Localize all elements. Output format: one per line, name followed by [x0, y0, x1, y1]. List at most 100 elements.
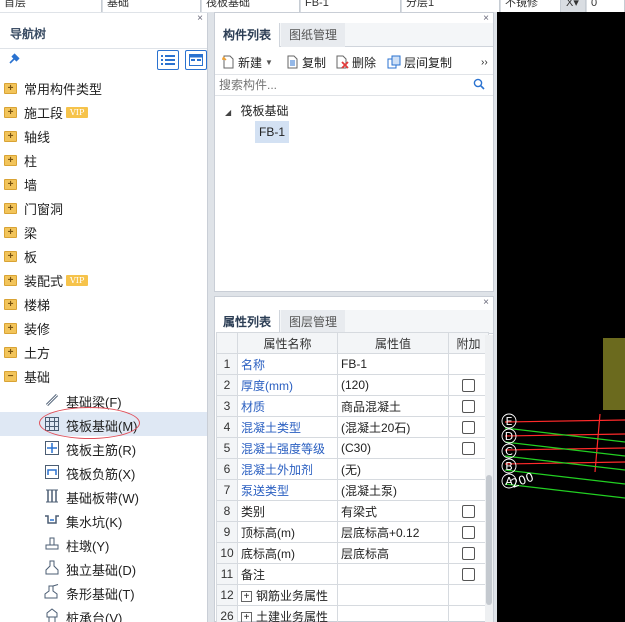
property-value[interactable]: (无) — [337, 458, 449, 480]
expand-icon[interactable]: + — [4, 274, 17, 286]
tree-item-foundation[interactable]: − 基础 — [0, 364, 207, 388]
sub-item-strip-footing[interactable]: 条形基础(T) — [0, 580, 207, 604]
property-value[interactable]: 层底标高 — [337, 542, 449, 564]
table-row[interactable]: 7 泵送类型 (混凝土泵) — [216, 479, 489, 501]
extra-checkbox[interactable] — [462, 400, 475, 414]
extra-checkbox[interactable] — [462, 505, 475, 519]
tree-item-wall[interactable]: + 墙 — [0, 172, 207, 196]
table-row[interactable]: 8 类别 有梁式 — [216, 500, 489, 522]
tab-layer-management[interactable]: 图层管理 — [281, 310, 346, 334]
property-value[interactable] — [337, 563, 449, 585]
extra-checkbox[interactable] — [462, 526, 475, 540]
property-value[interactable]: 商品混凝土 — [337, 395, 449, 417]
props-close-icon[interactable]: × — [483, 297, 489, 308]
layer-select[interactable]: 分层1 — [402, 0, 500, 12]
tree-root-row[interactable]: ◢ 筏板基础 — [225, 102, 289, 119]
expand-icon[interactable]: + — [4, 130, 17, 142]
component-search-input[interactable] — [215, 75, 477, 95]
table-row[interactable]: 5 混凝土强度等级 (C30) — [216, 437, 489, 459]
new-button[interactable]: 新建 ▼ — [221, 53, 273, 71]
extra-checkbox[interactable] — [462, 568, 475, 582]
property-value[interactable]: (混凝土泵) — [337, 479, 449, 501]
table-row[interactable]: 12 + 钢筋业务属性 — [216, 584, 489, 606]
tree-item-slab[interactable]: + 板 — [0, 244, 207, 268]
tree-item-finishing[interactable]: + 装修 — [0, 316, 207, 340]
expand-icon[interactable]: + — [4, 178, 17, 190]
extra-checkbox[interactable] — [462, 379, 475, 393]
tree-item-openings[interactable]: + 门窗洞 — [0, 196, 207, 220]
tree-item-common[interactable]: + 常用构件类型 — [0, 76, 207, 100]
tab-property-list[interactable]: 属性列表 — [215, 310, 281, 334]
extra-checkbox[interactable] — [462, 547, 475, 561]
table-row[interactable]: 4 混凝土类型 (混凝土20石) — [216, 416, 489, 438]
expand-icon[interactable]: + — [4, 346, 17, 358]
x-value-input[interactable]: 0 — [587, 0, 625, 12]
more-tools-button[interactable]: ›› — [481, 53, 488, 71]
property-value[interactable]: (C30) — [337, 437, 449, 459]
property-value[interactable]: FB-1 — [337, 353, 449, 375]
copy-button[interactable]: 复制 — [285, 53, 326, 71]
table-row[interactable]: 1 名称 FB-1 — [216, 353, 489, 375]
extra-checkbox[interactable] — [462, 442, 475, 456]
tab-drawing-management[interactable]: 图纸管理 — [281, 23, 346, 47]
collapse-arrow-icon[interactable]: ◢ — [225, 108, 231, 117]
drawing-canvas[interactable]: E D C B A 200 — [497, 12, 625, 622]
collapse-icon[interactable]: − — [4, 370, 17, 382]
expand-icon[interactable]: + — [4, 250, 17, 262]
tree-item-beam[interactable]: + 梁 — [0, 220, 207, 244]
search-icon[interactable] — [473, 78, 485, 90]
sub-item-raft-neg-rebar[interactable]: 筏板负筋(X) — [0, 460, 207, 484]
component-item-fb1[interactable]: FB-1 — [255, 121, 290, 143]
component-select[interactable]: FB-1 — [301, 0, 401, 12]
tree-item-axis[interactable]: + 轴线 — [0, 124, 207, 148]
category-select[interactable]: 基础 — [103, 0, 201, 12]
table-row[interactable]: 2 厚度(mm) (120) — [216, 374, 489, 396]
expand-icon[interactable]: + — [4, 298, 17, 310]
sub-item-raft-main-rebar[interactable]: 筏板主筋(R) — [0, 436, 207, 460]
list-view-icon[interactable] — [157, 50, 179, 70]
table-row[interactable]: 11 备注 — [216, 563, 489, 585]
tab-component-list[interactable]: 构件列表 — [215, 23, 281, 47]
tree-item-stairs[interactable]: + 楼梯 — [0, 292, 207, 316]
expand-icon[interactable]: + — [4, 202, 17, 214]
dropdown-arrow-icon[interactable]: ▼ — [265, 58, 273, 67]
floor-select[interactable]: 首层 — [0, 0, 102, 12]
table-row[interactable]: 6 混凝土外加剂 (无) — [216, 458, 489, 480]
x-dropdown[interactable]: X▾ — [562, 0, 586, 12]
table-row[interactable]: 10 底标高(m) 层底标高 — [216, 542, 489, 564]
extra-checkbox[interactable] — [462, 421, 475, 435]
sub-item-isolated-footing[interactable]: 独立基础(D) — [0, 556, 207, 580]
expand-icon[interactable]: + — [4, 154, 17, 166]
table-row[interactable]: 9 顶标高(m) 层底标高+0.12 — [216, 521, 489, 543]
sub-item-sump[interactable]: 集水坑(K) — [0, 508, 207, 532]
expand-icon[interactable]: + — [4, 106, 17, 118]
expand-icon[interactable]: + — [4, 82, 17, 94]
property-value[interactable] — [337, 605, 449, 622]
sub-item-pile-cap[interactable]: 桩承台(V) — [0, 604, 207, 622]
sub-item-foundation-strip[interactable]: 基础板带(W) — [0, 484, 207, 508]
type-select[interactable]: 筏板基础 — [202, 0, 300, 12]
pin-icon[interactable] — [8, 53, 20, 68]
expand-icon[interactable]: + — [4, 226, 17, 238]
panel-view-icon[interactable] — [185, 50, 207, 70]
tree-item-earthwork[interactable]: + 土方 — [0, 340, 207, 364]
scrollbar-thumb[interactable] — [486, 475, 492, 605]
table-row[interactable]: 26 + 土建业务属性 — [216, 605, 489, 622]
expand-icon[interactable]: + — [241, 611, 252, 622]
table-row[interactable]: 3 材质 商品混凝土 — [216, 395, 489, 417]
tree-item-construction-stage[interactable]: + 施工段 VIP — [0, 100, 207, 124]
property-value[interactable] — [337, 584, 449, 606]
properties-scrollbar[interactable] — [485, 335, 493, 622]
tree-item-prefab[interactable]: + 装配式 VIP — [0, 268, 207, 292]
tree-item-column[interactable]: + 柱 — [0, 148, 207, 172]
property-value[interactable]: (120) — [337, 374, 449, 396]
mode-select[interactable]: 不镜修 — [501, 0, 561, 12]
expand-icon[interactable]: + — [4, 322, 17, 334]
property-value[interactable]: (混凝土20石) — [337, 416, 449, 438]
delete-button[interactable]: 删除 — [335, 53, 376, 71]
property-value[interactable]: 有梁式 — [337, 500, 449, 522]
floor-copy-button[interactable]: 层间复制 — [387, 53, 452, 71]
expand-icon[interactable]: + — [241, 590, 252, 602]
sub-item-column-pier[interactable]: 柱墩(Y) — [0, 532, 207, 556]
property-value[interactable]: 层底标高+0.12 — [337, 521, 449, 543]
